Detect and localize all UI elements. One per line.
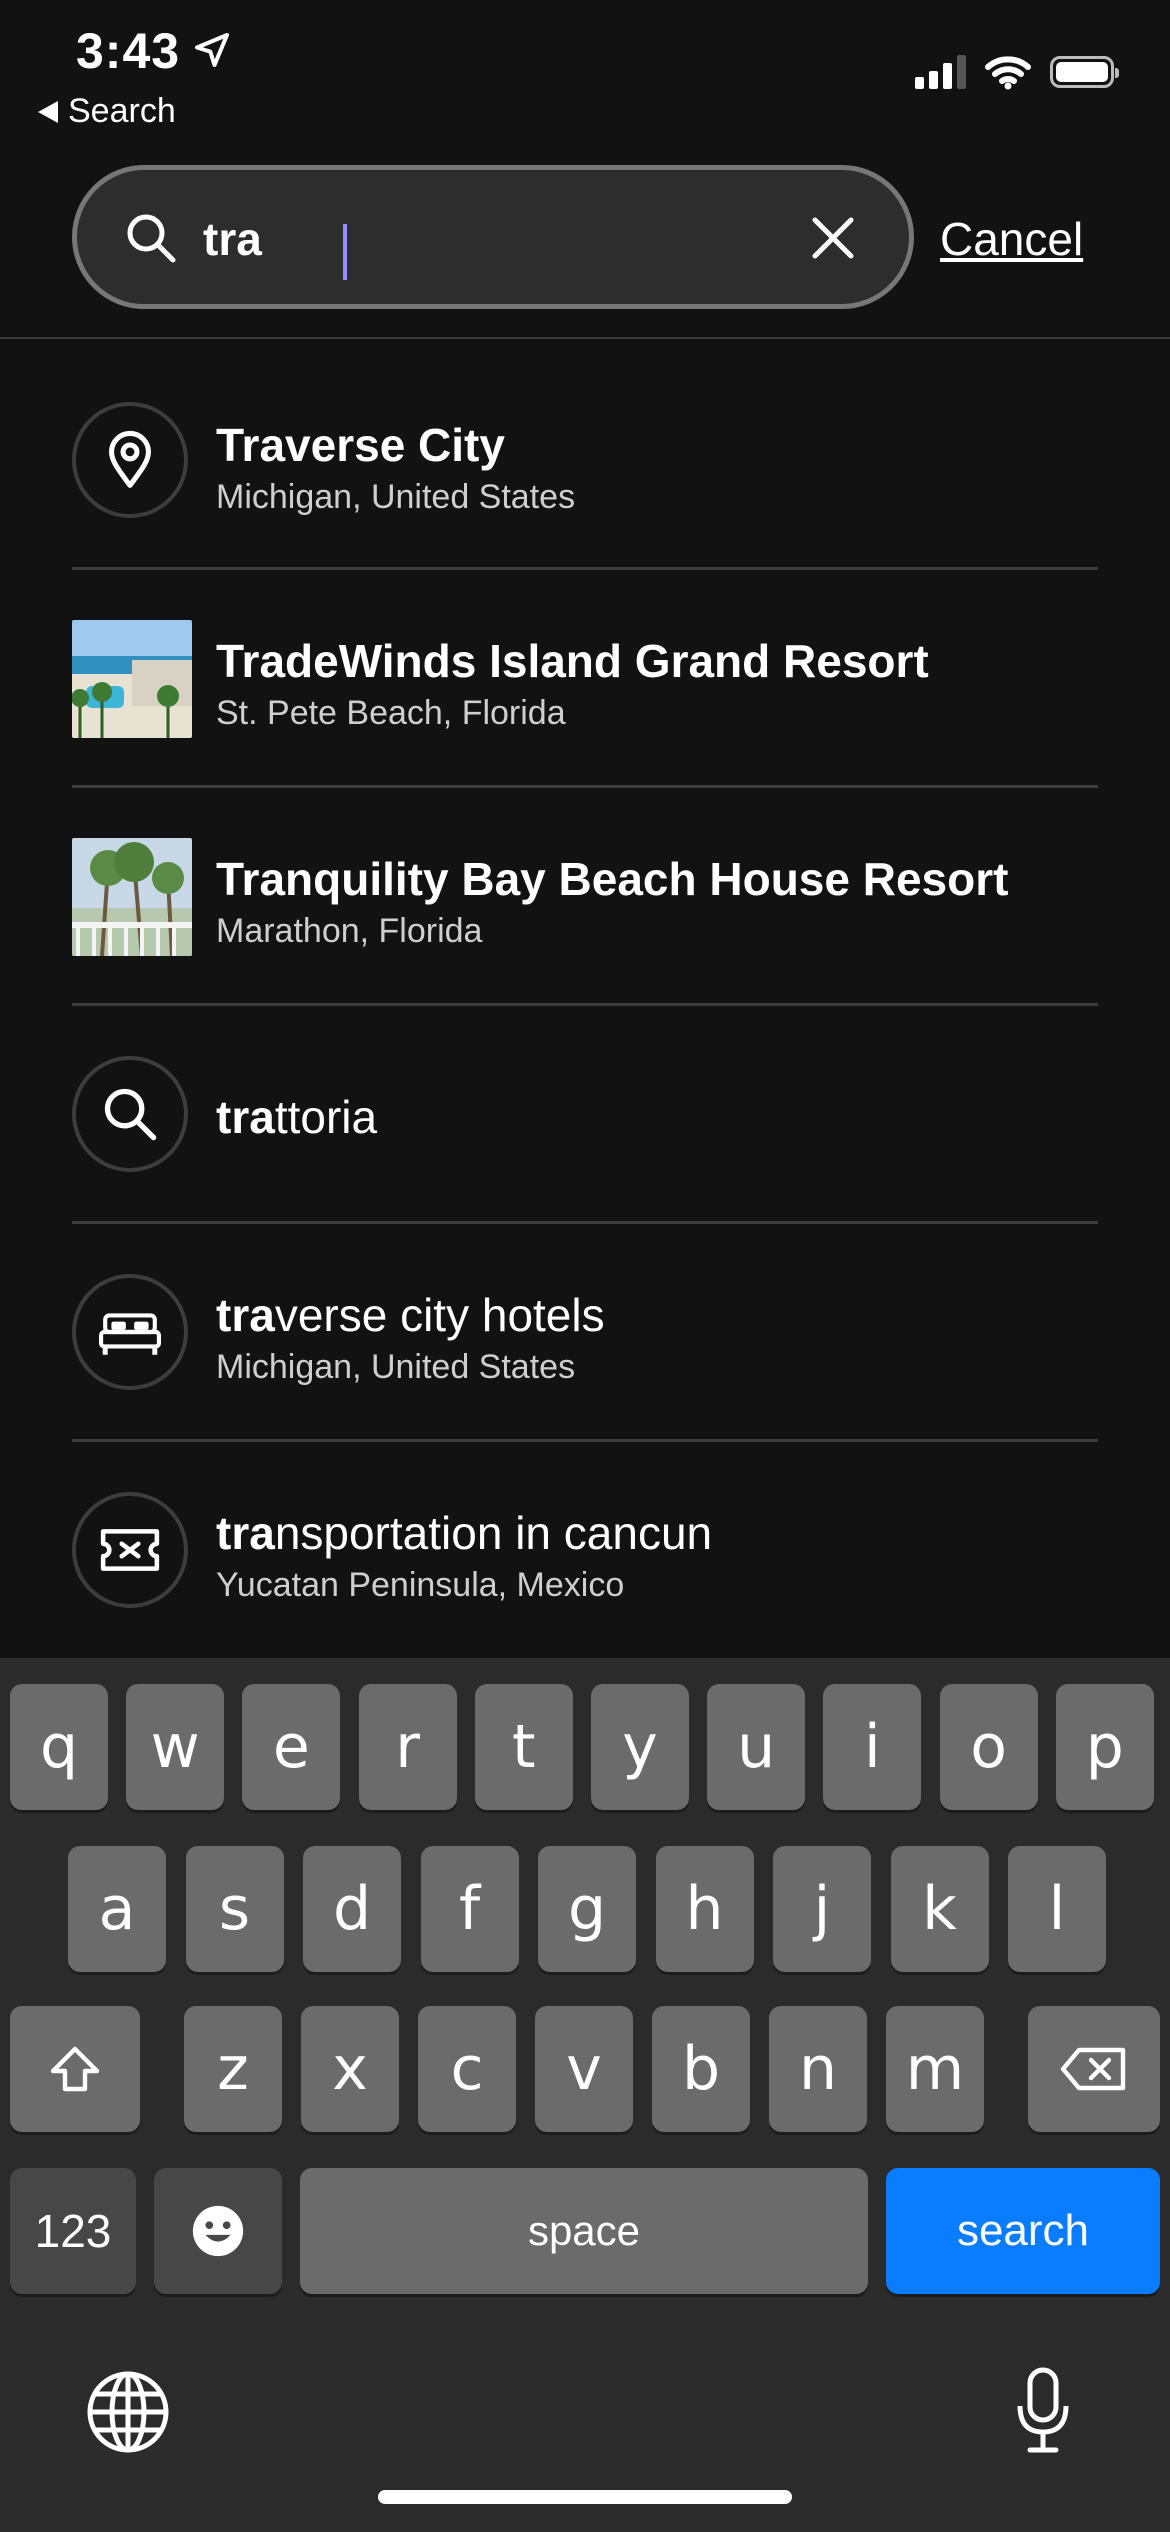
- suggestion-text: Traverse City Michigan, United States: [216, 418, 575, 517]
- suggestion-text: trattoria: [216, 1090, 377, 1144]
- globe-icon[interactable]: [86, 2370, 170, 2454]
- key-f[interactable]: f: [420, 1846, 519, 1972]
- back-to-app-link[interactable]: Search: [38, 92, 176, 131]
- key-b[interactable]: b: [652, 2006, 750, 2132]
- suggestion-title: Tranquility Bay Beach House Resort: [216, 853, 1009, 905]
- suggestion-subtitle: Marathon, Florida: [216, 912, 483, 950]
- suggestion-title: transportation in cancun: [216, 1507, 713, 1559]
- search-input[interactable]: [203, 204, 843, 274]
- key-c[interactable]: c: [418, 2006, 516, 2132]
- shift-icon: [50, 2046, 100, 2092]
- key-v[interactable]: v: [535, 2006, 633, 2132]
- wifi-icon: [985, 56, 1031, 90]
- suggestion-title: Traverse City: [216, 419, 505, 471]
- microphone-icon[interactable]: [1014, 2366, 1072, 2456]
- suggestion-row[interactable]: TradeWinds Island Grand Resort St. Pete …: [72, 570, 1098, 788]
- cellular-signal-icon: [915, 55, 966, 89]
- suggestion-title: trattoria: [216, 1091, 378, 1143]
- status-bar: 3:43 Search: [0, 0, 1170, 150]
- key-u[interactable]: u: [707, 1684, 806, 1810]
- search-box[interactable]: [72, 165, 914, 309]
- delete-icon: [1060, 2047, 1126, 2091]
- suggestion-text: transportation in cancun Yucatan Peninsu…: [216, 1506, 712, 1605]
- space-key[interactable]: space: [300, 2168, 868, 2294]
- cancel-button[interactable]: Cancel: [940, 212, 1083, 266]
- back-triangle-icon: [38, 100, 58, 123]
- search-bar-row: Cancel: [0, 160, 1170, 312]
- key-l[interactable]: l: [1008, 1846, 1106, 1972]
- numbers-key[interactable]: 123: [10, 2168, 136, 2294]
- suggestion-subtitle: Michigan, United States: [216, 1348, 576, 1386]
- battery-icon: [1050, 56, 1119, 88]
- suggestion-text: TradeWinds Island Grand Resort St. Pete …: [216, 634, 929, 733]
- key-h[interactable]: h: [655, 1846, 754, 1972]
- suggestion-row[interactable]: trattoria: [72, 1006, 1098, 1224]
- clear-search-icon[interactable]: [805, 210, 861, 266]
- key-n[interactable]: n: [769, 2006, 867, 2132]
- back-app-label: Search: [68, 92, 176, 130]
- suggestion-text: traverse city hotels Michigan, United St…: [216, 1288, 605, 1387]
- shift-key[interactable]: [10, 2006, 140, 2132]
- key-w[interactable]: w: [126, 1684, 225, 1810]
- delete-key[interactable]: [1028, 2006, 1160, 2132]
- ticket-icon: [72, 1492, 188, 1608]
- key-s[interactable]: s: [185, 1846, 284, 1972]
- key-p[interactable]: p: [1055, 1684, 1154, 1810]
- suggestion-row[interactable]: Traverse City Michigan, United States: [72, 352, 1098, 570]
- key-y[interactable]: y: [591, 1684, 689, 1810]
- status-time: 3:43: [76, 23, 181, 79]
- home-indicator: [378, 2490, 792, 2504]
- suggestion-subtitle: St. Pete Beach, Florida: [216, 694, 566, 732]
- search-icon: [72, 1056, 188, 1172]
- key-t[interactable]: t: [474, 1684, 573, 1810]
- key-a[interactable]: a: [68, 1846, 166, 1972]
- key-j[interactable]: j: [773, 1846, 871, 1972]
- hotel-photo: [72, 620, 192, 738]
- status-icons: [915, 54, 1119, 90]
- key-k[interactable]: k: [890, 1846, 989, 1972]
- suggestion-subtitle: Yucatan Peninsula, Mexico: [216, 1566, 625, 1604]
- suggestion-title: TradeWinds Island Grand Resort: [216, 635, 929, 687]
- suggestion-title: traverse city hotels: [216, 1289, 605, 1341]
- suggestion-row[interactable]: Tranquility Bay Beach House Resort Marat…: [72, 788, 1098, 1006]
- map-pin-icon: [72, 402, 188, 518]
- key-q[interactable]: q: [10, 1684, 108, 1810]
- key-x[interactable]: x: [301, 2006, 399, 2132]
- suggestion-row[interactable]: transportation in cancun Yucatan Peninsu…: [72, 1442, 1098, 1660]
- suggestion-row[interactable]: traverse city hotels Michigan, United St…: [72, 1224, 1098, 1442]
- key-m[interactable]: m: [886, 2006, 984, 2132]
- suggestion-subtitle: Michigan, United States: [216, 478, 576, 516]
- header-divider: [0, 337, 1170, 339]
- text-caret: [343, 224, 347, 280]
- key-z[interactable]: z: [184, 2006, 282, 2132]
- key-i[interactable]: i: [823, 1684, 922, 1810]
- key-e[interactable]: e: [242, 1684, 341, 1810]
- emoji-icon: [192, 2205, 244, 2257]
- key-r[interactable]: r: [358, 1684, 457, 1810]
- suggestion-text: Tranquility Bay Beach House Resort Marat…: [216, 852, 1008, 951]
- location-arrow-icon: [195, 33, 229, 67]
- key-o[interactable]: o: [939, 1684, 1038, 1810]
- hotel-photo: [72, 838, 192, 956]
- search-icon: [127, 214, 176, 263]
- bed-icon: [72, 1274, 188, 1390]
- key-g[interactable]: g: [538, 1846, 636, 1972]
- search-key[interactable]: search: [886, 2168, 1160, 2294]
- key-d[interactable]: d: [303, 1846, 401, 1972]
- emoji-key[interactable]: [154, 2168, 282, 2294]
